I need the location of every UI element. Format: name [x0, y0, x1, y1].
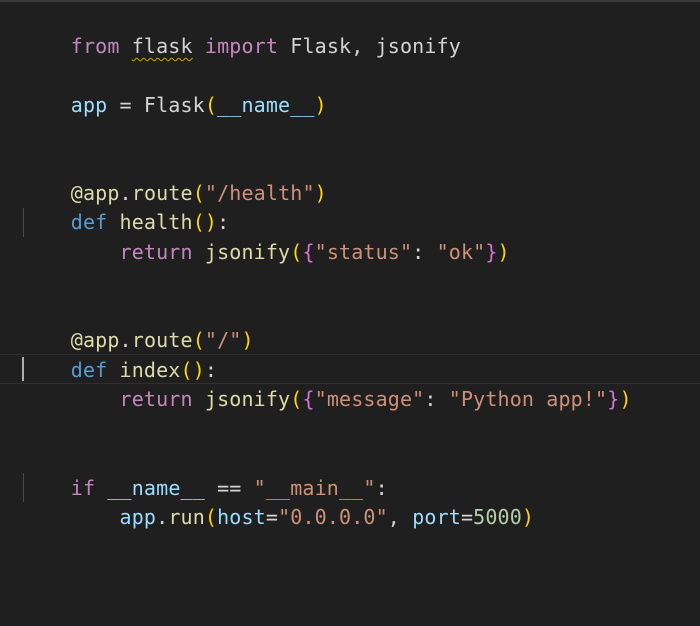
assign-operator: = [460, 505, 474, 529]
string-status-key: "status" [314, 240, 413, 264]
assign-operator: = [107, 93, 144, 117]
code-line-8[interactable]: return jsonify({"status": "ok"}) [22, 207, 510, 264]
string-ok-value: "ok" [436, 240, 486, 264]
code-line-17[interactable]: app.run(host="0.0.0.0", port=5000) [22, 472, 534, 529]
paren-close: ) [241, 328, 254, 352]
variable-app: app [119, 505, 157, 529]
colon: : [424, 387, 449, 411]
function-jsonify: jsonify [204, 387, 291, 411]
keyword-return: return [119, 240, 193, 264]
code-line-13[interactable]: return jsonify({"message": "Python app!"… [22, 354, 632, 411]
param-port: port [412, 505, 461, 529]
keyword-import: import [204, 34, 279, 58]
keyword-return: return [119, 387, 193, 411]
brace-open: { [302, 387, 315, 411]
keyword-from: from [70, 34, 120, 58]
paren-open: ( [204, 505, 218, 529]
code-editor[interactable]: from flask import Flask, jsonify app = F… [0, 0, 700, 626]
dot: . [156, 505, 169, 529]
brace-close: } [485, 240, 498, 264]
dunder-name: __name__ [217, 93, 315, 117]
paren-close: ) [314, 181, 327, 205]
code-line-6[interactable]: @app.route("/health") [22, 148, 327, 205]
function-jsonify: jsonify [204, 240, 291, 264]
imported-names: Flask, jsonify [278, 34, 461, 58]
method-run: run [168, 505, 205, 529]
comma: , [387, 505, 413, 529]
string-message-value: "Python app!" [448, 387, 608, 411]
module-flask-warning[interactable]: flask [132, 34, 193, 58]
string-message-key: "message" [314, 387, 425, 411]
number-port-value: 5000 [473, 505, 522, 529]
code-line-3[interactable]: app = Flask(__name__) [22, 60, 327, 117]
variable-app: app [70, 93, 108, 117]
paren-close: ) [497, 240, 510, 264]
brace-open: { [302, 240, 315, 264]
brace-close: } [607, 387, 620, 411]
paren-open: ( [204, 93, 218, 117]
param-host: host [217, 505, 266, 529]
class-flask: Flask [143, 93, 205, 117]
paren-open: ( [290, 387, 303, 411]
colon: : [412, 240, 437, 264]
code-line-11[interactable]: @app.route("/") [22, 295, 254, 352]
paren-open: ( [290, 240, 303, 264]
paren-close: ) [619, 387, 632, 411]
assign-operator: = [265, 505, 279, 529]
paren-close: ) [521, 505, 535, 529]
code-line-16[interactable]: if __name__ == "__main__": [22, 443, 388, 500]
code-line-7[interactable]: def health(): [22, 177, 229, 234]
code-line-12[interactable]: def index(): [22, 325, 217, 382]
string-host-value: "0.0.0.0" [278, 505, 388, 529]
code-line-1[interactable]: from flask import Flask, jsonify [22, 1, 461, 58]
paren-close: ) [314, 93, 327, 117]
